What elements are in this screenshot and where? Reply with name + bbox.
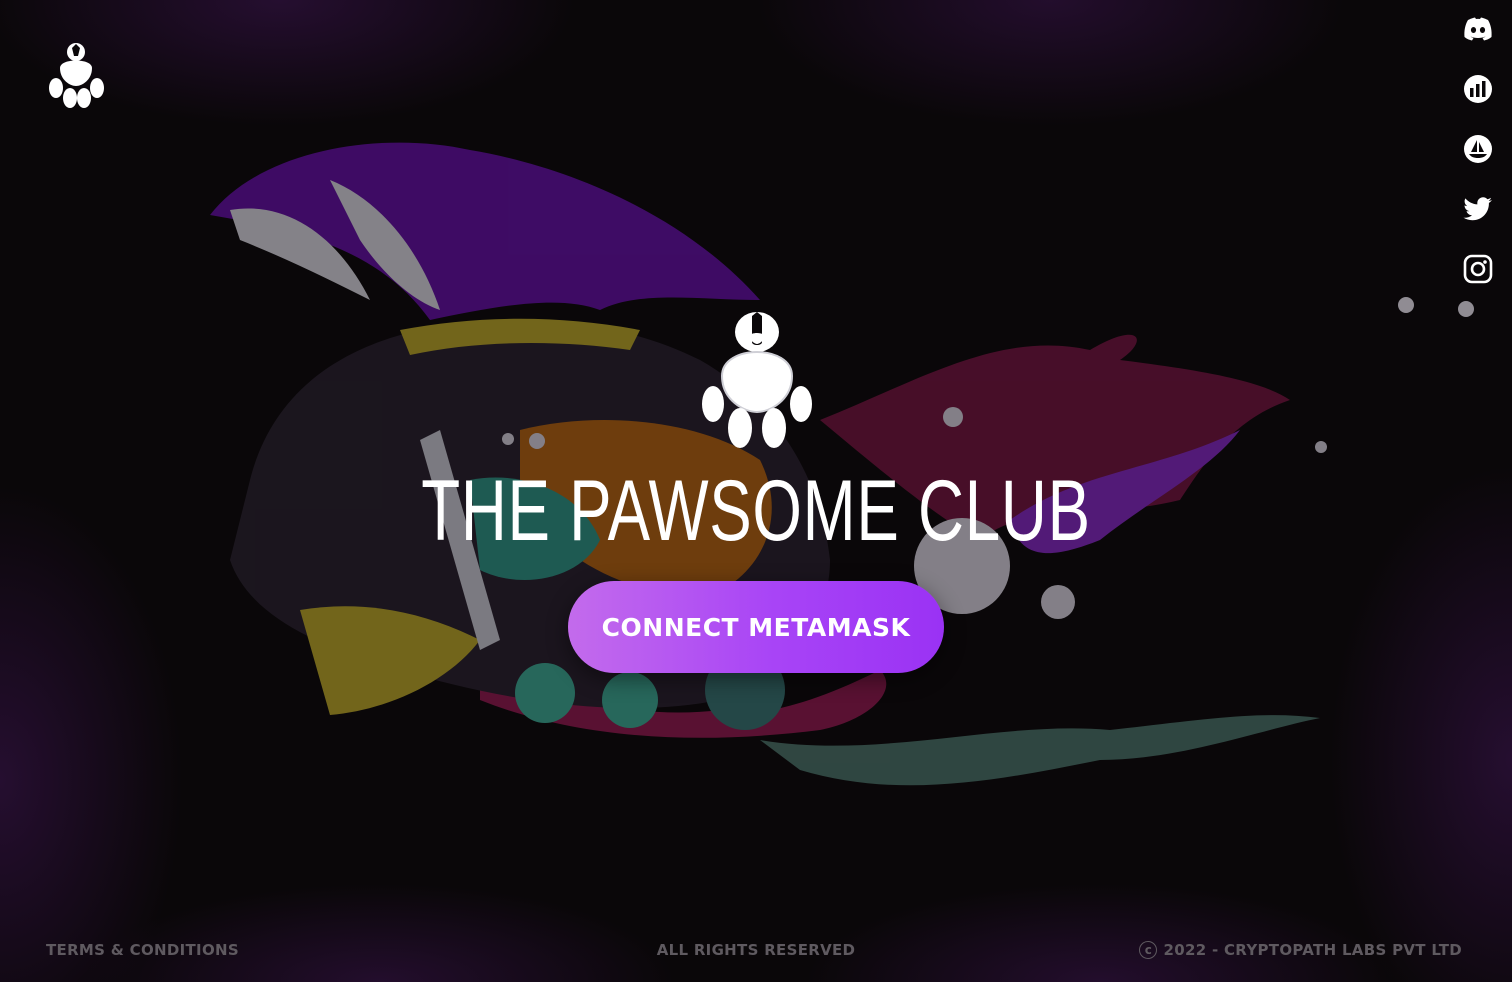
instagram-icon[interactable] [1462,254,1494,284]
copyright-label: 2022 - CRYPTOPATH LABS PVT LTD [1163,941,1462,959]
connect-metamask-button[interactable]: CONNECT METAMASK [568,581,944,673]
copyright-icon: c [1139,941,1158,959]
paw-dog-logo-icon[interactable] [48,42,104,110]
chart-icon[interactable] [1462,74,1494,104]
copyright-text: c 2022 - CRYPTOPATH LABS PVT LTD [1139,941,1462,959]
discord-icon[interactable] [1462,14,1494,44]
social-links [1462,14,1494,284]
center-paw-logo-icon [702,312,812,448]
sailboat-icon[interactable] [1462,134,1494,164]
page-title: THE PAWSOME CLUB [421,463,1091,559]
twitter-icon[interactable] [1462,194,1494,224]
